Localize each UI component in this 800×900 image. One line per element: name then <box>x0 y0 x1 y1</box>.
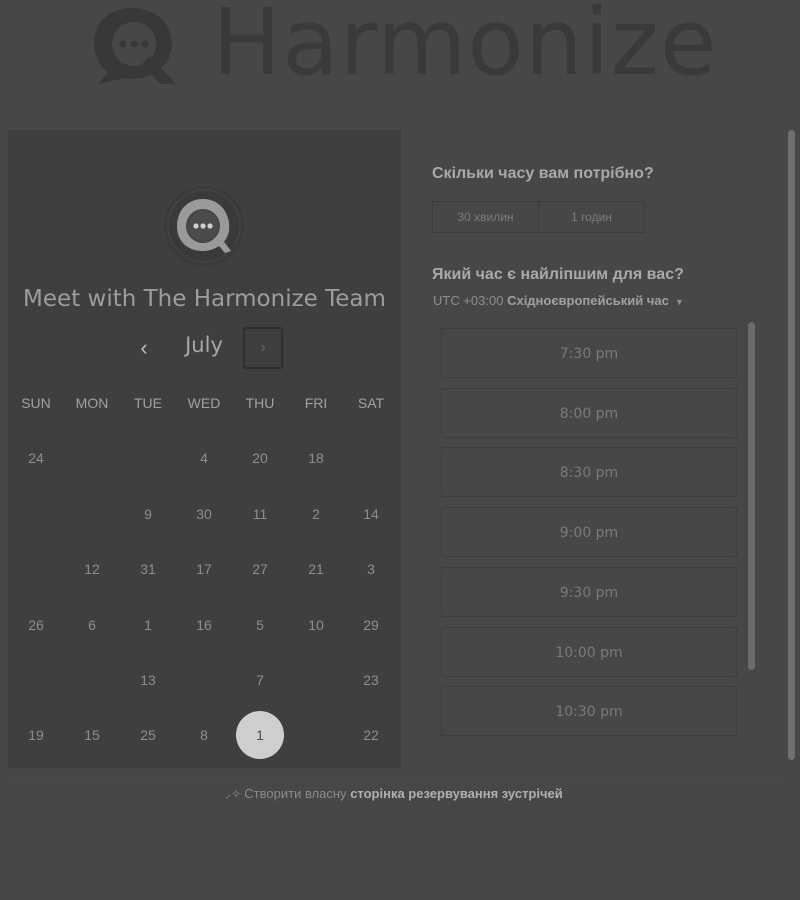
duration-30-min-button[interactable]: 30 хвилин <box>433 202 538 232</box>
time-slot-button[interactable]: 10:00 pm <box>441 626 737 677</box>
calendar-day[interactable]: 27 <box>236 545 284 593</box>
calendar-title: Meet with The Harmonize Team <box>23 286 386 312</box>
timezone-name: Східноєвропейський час <box>507 293 669 308</box>
caret-down-icon: ▼ <box>674 296 684 307</box>
weekday-wed: WED <box>187 395 221 411</box>
time-slot-button[interactable]: 8:30 pm <box>441 447 737 498</box>
weekday-sat: SAT <box>357 395 385 411</box>
calendar-day[interactable]: 25 <box>124 711 172 759</box>
time-slot-button[interactable]: 10:30 pm <box>441 686 737 737</box>
calendar-day[interactable]: 10 <box>292 601 340 649</box>
harmonize-logo: Harmonize <box>90 0 730 96</box>
time-slot-button[interactable]: 9:30 pm <box>441 566 737 617</box>
calendar-day[interactable]: 20 <box>236 434 284 482</box>
brand-wordmark: Harmonize <box>212 0 718 96</box>
calendar-day[interactable]: 24 <box>12 434 60 482</box>
calendar-day[interactable]: 8 <box>180 711 228 759</box>
weekday-fri: FRI <box>304 395 328 411</box>
calendar-day[interactable]: 11 <box>236 490 284 538</box>
calendar-day[interactable]: 4 <box>180 434 228 482</box>
calendar-day[interactable]: 9 <box>124 490 172 538</box>
calendar-day[interactable]: 30 <box>180 490 228 538</box>
calendar-day[interactable]: 1 <box>124 601 172 649</box>
calendar-day[interactable]: 22 <box>347 711 395 759</box>
next-month-button[interactable]: › <box>243 327 283 369</box>
time-slots-scrollbar[interactable] <box>748 322 755 670</box>
calendar-day[interactable]: 7 <box>236 656 284 704</box>
calendar-day[interactable]: 14 <box>347 490 395 538</box>
calendar-day[interactable]: 3 <box>347 545 395 593</box>
calendar-day[interactable]: 5 <box>236 601 284 649</box>
calendar-day[interactable]: 15 <box>68 711 116 759</box>
calendar-day[interactable]: 29 <box>347 601 395 649</box>
calendar-panel: Meet with The Harmonize Team ‹ July › SU… <box>8 130 401 768</box>
calendar-day[interactable]: 6 <box>68 601 116 649</box>
footer-prefix: Створити власну <box>244 786 347 801</box>
calendar-day[interactable]: 23 <box>347 656 395 704</box>
calendar-day[interactable]: 13 <box>124 656 172 704</box>
duration-1-hour-button[interactable]: 1 годин <box>538 202 644 232</box>
calendar-day[interactable]: 17 <box>180 545 228 593</box>
weekday-mon: MON <box>75 395 109 411</box>
footer-link-text: сторінка резервування зустрічей <box>350 786 563 801</box>
time-slot-list: 7:30 pm 8:00 pm 8:30 pm 9:00 pm 9:30 pm 10:00… <box>441 324 739 744</box>
calendar-day[interactable]: 26 <box>12 601 60 649</box>
magic-wand-icon: ⸝✧ <box>225 787 242 801</box>
weekday-sun: SUN <box>21 395 51 411</box>
duration-label: Скільки часу вам потрібно? <box>432 165 654 182</box>
prev-month-button[interactable]: ‹ <box>130 330 158 366</box>
timezone-offset: UTC +03:00 <box>433 293 504 308</box>
month-label: July <box>185 333 223 357</box>
team-avatar-icon <box>164 186 244 266</box>
calendar-day[interactable]: 19 <box>12 711 60 759</box>
weekday-tue: TUE <box>134 395 162 411</box>
weekday-header: SUN MON TUE WED THU FRI SAT <box>8 395 401 415</box>
time-slot-button[interactable]: 9:00 pm <box>441 507 737 558</box>
calendar-day[interactable]: 12 <box>68 545 116 593</box>
timezone-select[interactable]: UTC +03:00 Східноєвропейський час ▼ <box>433 293 684 308</box>
footer-create-page-link[interactable]: ⸝✧ Створити власну сторінка резервування … <box>8 778 780 820</box>
calendar-day[interactable]: 21 <box>292 545 340 593</box>
time-slot-button[interactable]: 8:00 pm <box>441 387 737 438</box>
weekday-thu: THU <box>245 395 275 411</box>
calendar-day[interactable]: 16 <box>180 601 228 649</box>
page-scrollbar[interactable] <box>788 130 795 760</box>
time-label: Який час є найліпшим для вас? <box>432 266 684 283</box>
chat-bubble-logo-icon <box>94 8 176 84</box>
calendar-day-selected[interactable]: 1 <box>236 711 284 759</box>
calendar-day[interactable]: 2 <box>292 490 340 538</box>
calendar-day[interactable]: 31 <box>124 545 172 593</box>
time-slot-button[interactable]: 7:30 pm <box>441 328 737 378</box>
calendar-day[interactable]: 18 <box>292 434 340 482</box>
duration-toggle: 30 хвилин 1 годин <box>432 201 645 233</box>
